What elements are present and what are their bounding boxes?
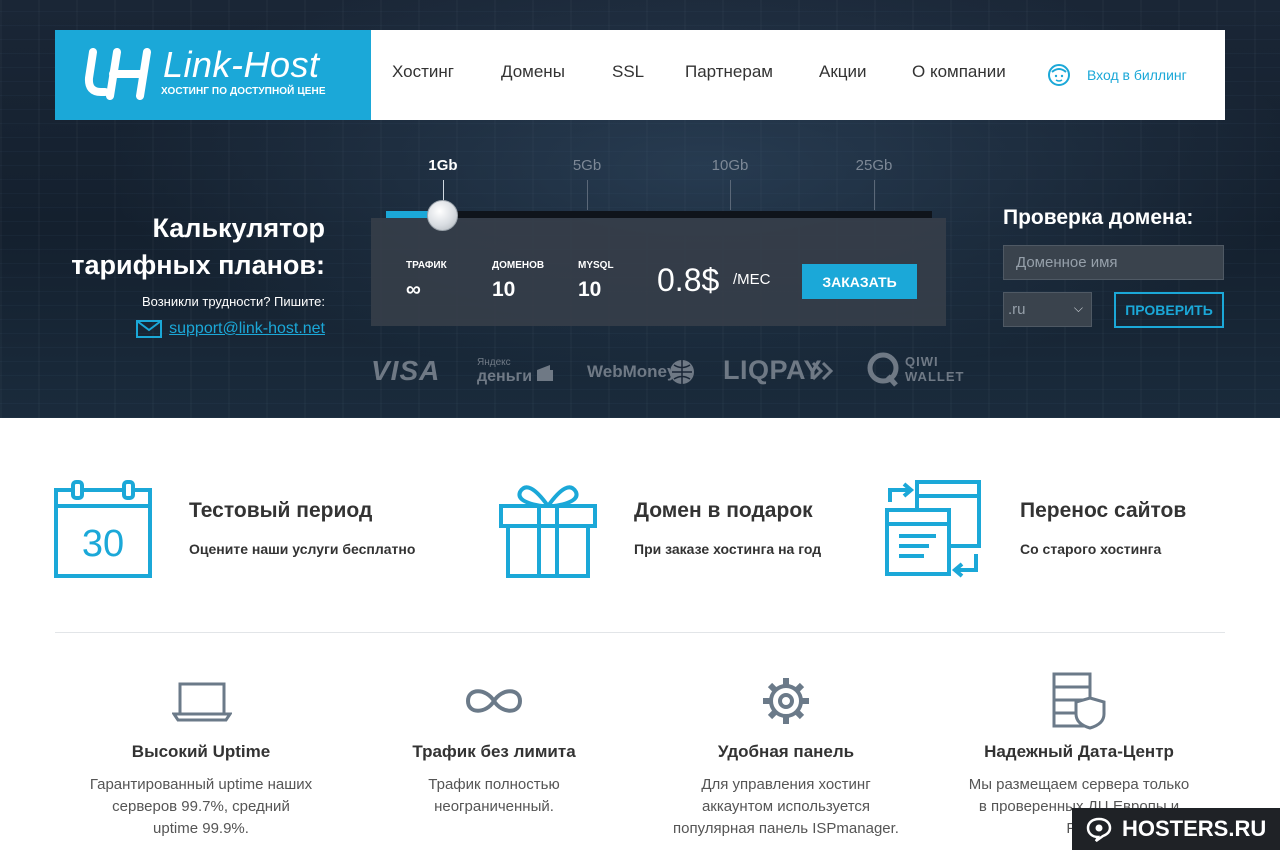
support-email[interactable]: support@link-host.net	[136, 320, 325, 338]
tick-mark	[730, 180, 731, 210]
advantage-text-line: Трафик полностью	[428, 776, 560, 793]
qiwi-wallet-logo: QIWI WALLET	[905, 354, 964, 384]
advantage-text-line: серверов 99.7%, средний	[112, 798, 290, 815]
advantage-text-line: Гарантированный uptime наших	[89, 776, 313, 793]
yandex-money-logo: Яндекс деньги	[477, 357, 532, 386]
yandex-money-top: Яндекс	[477, 357, 511, 368]
advantage-text-line: популярная панель ISPmanager.	[673, 820, 899, 837]
nav-ssl[interactable]: SSL	[612, 62, 644, 82]
tick-5gb[interactable]: 5Gb	[573, 157, 601, 174]
calculator-title: Калькулятор тарифных планов:	[5, 210, 325, 284]
advantage-title-uptime: Высокий Uptime	[131, 742, 271, 761]
advantage-title-traffic: Трафик без лимита	[412, 742, 576, 761]
gift-icon	[499, 485, 597, 578]
nav-promotions[interactable]: Акции	[819, 62, 867, 82]
mail-icon	[136, 320, 163, 338]
yandex-wallet-icon	[537, 365, 553, 381]
plan-slider-track[interactable]	[386, 211, 932, 218]
watermark-text: HOSTERS.RU	[1122, 816, 1267, 841]
support-email-link[interactable]: support@link-host.net	[169, 320, 325, 338]
advantage-text-panel: Для управления хостинг аккаунтом использ…	[656, 774, 916, 840]
nav-hosting[interactable]: Хостинг	[392, 62, 454, 82]
advantage-text-line: неограниченный.	[434, 798, 554, 815]
server-shield-icon	[1052, 672, 1106, 730]
tick-1gb[interactable]: 1Gb	[428, 157, 457, 174]
user-avatar-icon	[1048, 64, 1070, 86]
check-domain-button[interactable]: ПРОВЕРИТЬ	[1114, 292, 1224, 328]
laptop-icon	[172, 682, 232, 722]
qiwi-top: QIWI	[905, 354, 939, 369]
nav-partners[interactable]: Партнерам	[685, 62, 773, 82]
spec-traffic-value: ∞	[406, 278, 421, 301]
qiwi-icon	[867, 352, 899, 387]
domain-name-input[interactable]	[1003, 245, 1224, 280]
domain-zone-value: .ru	[1008, 301, 1026, 318]
logo-name: Link-Host	[163, 44, 320, 85]
feature-subtitle-trial: Оцените наши услуги бесплатно	[189, 541, 416, 557]
advantage-title-datacenter: Надежный Дата-Центр	[984, 742, 1174, 761]
tick-25gb[interactable]: 25Gb	[856, 157, 893, 174]
feature-title-trial: Тестовый период	[189, 499, 373, 522]
plan-slider-handle[interactable]	[427, 200, 458, 231]
calendar-number: 30	[82, 523, 124, 565]
logo[interactable]: Link-Host ХОСТИНГ ПО ДОСТУПНОЙ ЦЕНЕ	[55, 30, 371, 120]
calculator-title-line2: тарифных планов:	[71, 250, 325, 280]
hosters-watermark: HOSTERS.RU	[1072, 808, 1280, 850]
infinity-icon	[465, 689, 523, 713]
calculator-panel: ТРАФИК ∞ ДОМЕНОВ 10 MYSQL 10 0.8$ /МЕС З…	[371, 218, 946, 326]
tick-10gb[interactable]: 10Gb	[712, 157, 749, 174]
billing-login-label: Вход в биллинг	[1087, 67, 1187, 83]
feature-subtitle-transfer: Со старого хостинга	[1020, 541, 1162, 557]
calendar-icon: 30	[54, 480, 152, 578]
domain-zone-select[interactable]: .ru ⌵	[1003, 292, 1092, 327]
calculator-title-line1: Калькулятор	[152, 213, 325, 243]
chevron-down-icon: ⌵	[1073, 301, 1083, 315]
liqpay-chevrons-icon	[811, 361, 834, 381]
gear-icon	[763, 678, 809, 724]
qiwi-bottom: WALLET	[905, 369, 965, 384]
advantage-text-line: аккаунтом используется	[701, 798, 871, 815]
feature-title-transfer: Перенос сайтов	[1020, 499, 1187, 522]
spec-mysql-label: MYSQL	[578, 260, 614, 271]
advantage-text-uptime: Гарантированный uptime наших серверов 99…	[71, 774, 331, 840]
visa-logo: VISA	[371, 355, 441, 386]
advantage-text-line: uptime 99.9%.	[153, 820, 249, 837]
nav-domains[interactable]: Домены	[501, 62, 565, 82]
transfer-windows-icon	[885, 480, 981, 578]
price-period: /МЕС	[733, 271, 771, 288]
price: 0.8$	[657, 262, 720, 298]
tick-mark	[587, 180, 588, 210]
advantage-title-panel: Удобная панель	[717, 742, 855, 761]
spec-domains-label: ДОМЕНОВ	[492, 260, 545, 271]
nav-about[interactable]: О компании	[912, 62, 1006, 82]
logo-tagline: ХОСТИНГ ПО ДОСТУПНОЙ ЦЕНЕ	[161, 86, 326, 97]
feature-title-domain: Домен в подарок	[634, 499, 813, 522]
logo-mark-icon	[84, 48, 151, 100]
spec-domains-value: 10	[492, 278, 516, 301]
billing-login-link[interactable]: Вход в биллинг	[1047, 62, 1187, 88]
feature-subtitle-domain: При заказе хостинга на год	[634, 541, 822, 557]
advantage-text-line: Для управления хостинг	[701, 776, 871, 793]
chat-bubble-icon	[1086, 817, 1112, 842]
domain-check-title: Проверка домена:	[1003, 206, 1194, 229]
spec-traffic-label: ТРАФИК	[406, 260, 447, 271]
liqpay-logo: LIQPAY	[723, 355, 823, 385]
advantage-text-line: Мы размещаем сервера только	[968, 776, 1190, 793]
tick-mark	[874, 180, 875, 210]
order-button[interactable]: ЗАКАЗАТЬ	[802, 264, 917, 299]
advantage-text-traffic: Трафик полностью неограниченный.	[364, 774, 624, 818]
yandex-money-bottom: деньги	[477, 368, 533, 385]
calculator-help-text: Возникли трудности? Пишите:	[141, 294, 325, 309]
webmoney-logo: WebMoney	[587, 362, 677, 381]
main-nav: Хостинг Домены SSL Партнерам Акции О ком…	[371, 30, 1225, 120]
webmoney-globe-icon	[670, 360, 694, 384]
section-divider	[55, 632, 1225, 633]
spec-mysql-value: 10	[578, 278, 602, 301]
